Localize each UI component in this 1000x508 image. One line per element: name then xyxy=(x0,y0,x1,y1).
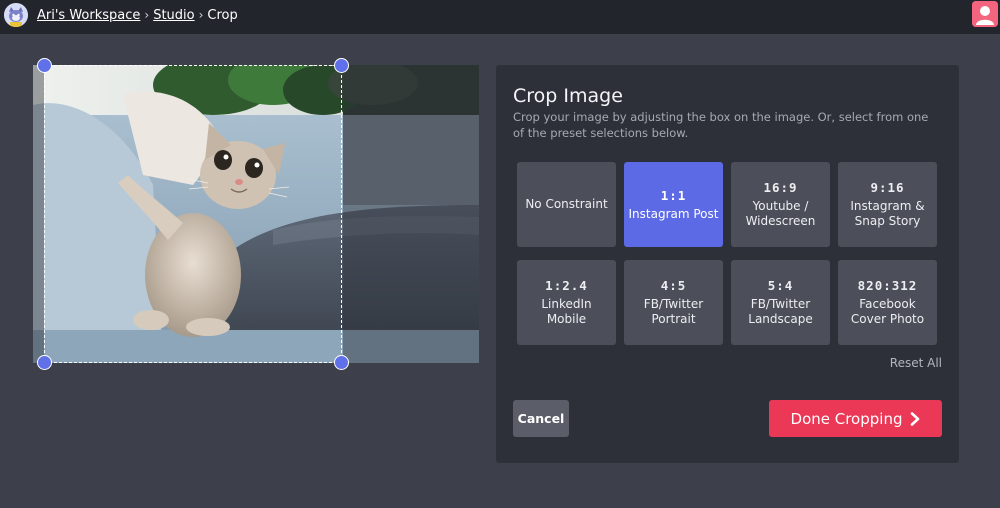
preset-name: No Constraint xyxy=(525,197,608,211)
breadcrumb-workspace[interactable]: Ari's Workspace xyxy=(37,8,140,23)
preset-4-5[interactable]: 4:5 FB/Twitter Portrait xyxy=(624,260,723,345)
breadcrumb-current: Crop xyxy=(207,7,238,23)
done-button-label: Done Cropping xyxy=(790,409,903,428)
preset-16-9[interactable]: 16:9 Youtube / Widescreen xyxy=(731,162,830,247)
crop-selection-box[interactable] xyxy=(44,65,342,363)
panel-title: Crop Image xyxy=(513,85,623,107)
preset-1-1[interactable]: 1:1 Instagram Post xyxy=(624,162,723,247)
crop-handle-top-left[interactable] xyxy=(37,58,52,73)
breadcrumb-separator: › xyxy=(198,8,204,22)
user-avatar[interactable] xyxy=(972,1,998,27)
preset-ratio: 1:1 xyxy=(660,187,687,203)
workspace-avatar[interactable] xyxy=(4,3,28,27)
breadcrumb-studio[interactable]: Studio xyxy=(153,8,194,23)
preset-grid: No Constraint 1:1 Instagram Post 16:9 Yo… xyxy=(517,162,939,345)
cancel-button-label: Cancel xyxy=(517,411,565,426)
crop-handle-bottom-left[interactable] xyxy=(37,355,52,370)
preset-no-constraint[interactable]: No Constraint xyxy=(517,162,616,247)
top-bar: Ari's Workspace › Studio › Crop xyxy=(0,0,1000,34)
reset-all-link[interactable]: Reset All xyxy=(890,356,942,370)
preset-ratio: 820:312 xyxy=(857,278,918,293)
chevron-right-icon xyxy=(911,411,920,426)
panel-description: Crop your image by adjusting the box on … xyxy=(513,110,929,140)
crop-handle-top-right[interactable] xyxy=(334,58,349,73)
preset-name: FB/Twitter Landscape xyxy=(748,297,813,326)
cancel-button[interactable]: Cancel xyxy=(513,400,569,437)
preset-ratio: 4:5 xyxy=(660,278,687,293)
preset-name: Instagram & Snap Story xyxy=(850,199,925,228)
crop-outside-overlay xyxy=(343,65,479,363)
preset-name: LinkedIn Mobile xyxy=(541,297,592,326)
preset-5-4[interactable]: 5:4 FB/Twitter Landscape xyxy=(731,260,830,345)
preset-9-16[interactable]: 9:16 Instagram & Snap Story xyxy=(838,162,937,247)
preset-ratio: 1:2.4 xyxy=(545,278,588,293)
preset-name: Youtube / Widescreen xyxy=(745,199,816,228)
crop-panel: Crop Image Crop your image by adjusting … xyxy=(496,65,959,463)
breadcrumb: Ari's Workspace › Studio › Crop xyxy=(37,0,238,30)
preset-name: FB/Twitter Portrait xyxy=(643,297,704,326)
crop-handle-bottom-right[interactable] xyxy=(334,355,349,370)
user-icon xyxy=(972,1,998,27)
done-cropping-button[interactable]: Done Cropping xyxy=(769,400,942,437)
preset-1-2-4[interactable]: 1:2.4 LinkedIn Mobile xyxy=(517,260,616,345)
preset-ratio: 9:16 xyxy=(870,180,905,195)
cat-mascot-icon xyxy=(4,3,28,27)
preset-ratio: 16:9 xyxy=(763,180,798,195)
breadcrumb-separator: › xyxy=(144,8,150,22)
preset-name: Facebook Cover Photo xyxy=(850,297,925,326)
crop-outside-overlay xyxy=(33,65,44,363)
preset-ratio: 5:4 xyxy=(767,278,794,293)
preset-name: Instagram Post xyxy=(628,206,719,221)
preset-820-312[interactable]: 820:312 Facebook Cover Photo xyxy=(838,260,937,345)
